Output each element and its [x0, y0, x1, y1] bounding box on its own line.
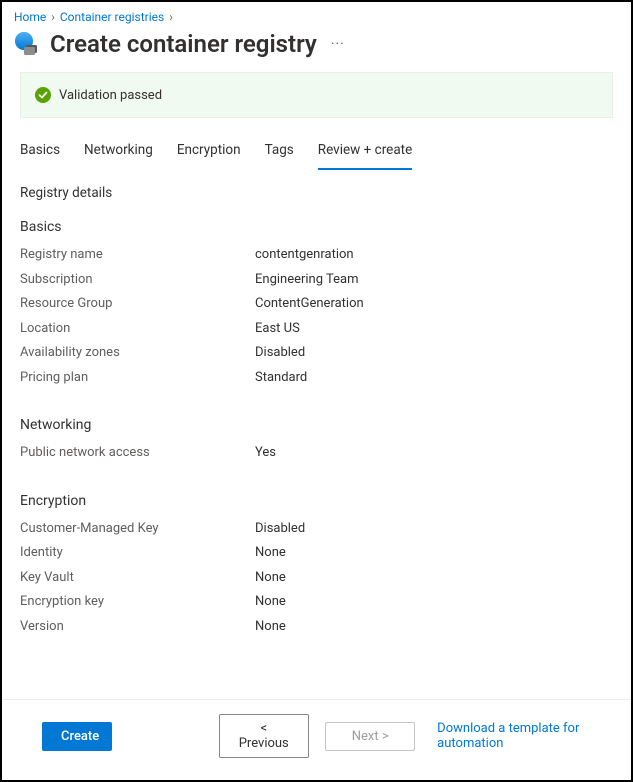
label: Registry name	[20, 245, 255, 265]
value: Disabled	[255, 519, 305, 539]
label: Resource Group	[20, 294, 255, 314]
breadcrumb-registries[interactable]: Container registries	[60, 10, 164, 24]
chevron-right-icon: ›	[169, 10, 173, 24]
value: Standard	[255, 368, 307, 388]
breadcrumb: Home › Container registries ›	[2, 2, 631, 26]
row-key-vault: Key Vault None	[20, 568, 613, 588]
previous-button[interactable]: < Previous	[219, 714, 309, 758]
row-identity: Identity None	[20, 543, 613, 563]
value: ContentGeneration	[255, 294, 364, 314]
label: Version	[20, 617, 255, 637]
download-template-link[interactable]: Download a template for automation	[437, 721, 611, 751]
value: Disabled	[255, 343, 305, 363]
label: Identity	[20, 543, 255, 563]
section-basics: Basics Registry name contentgenration Su…	[20, 219, 613, 387]
tab-tags[interactable]: Tags	[265, 134, 294, 170]
more-actions-button[interactable]: ···	[331, 36, 345, 52]
tab-review-create[interactable]: Review + create	[318, 134, 412, 170]
row-encryption-key: Encryption key None	[20, 592, 613, 612]
row-cmk: Customer-Managed Key Disabled	[20, 519, 613, 539]
section-title-basics: Basics	[20, 219, 613, 235]
section-networking: Networking Public network access Yes	[20, 417, 613, 463]
value: contentgenration	[255, 245, 354, 265]
tab-basics[interactable]: Basics	[20, 134, 60, 170]
row-resource-group: Resource Group ContentGeneration	[20, 294, 613, 314]
section-encryption: Encryption Customer-Managed Key Disabled…	[20, 493, 613, 637]
label: Encryption key	[20, 592, 255, 612]
tab-networking[interactable]: Networking	[84, 134, 153, 170]
label: Pricing plan	[20, 368, 255, 388]
label: Availability zones	[20, 343, 255, 363]
footer: Create < Previous Next > Download a temp…	[2, 699, 631, 780]
row-availability-zones: Availability zones Disabled	[20, 343, 613, 363]
next-button: Next >	[325, 722, 415, 751]
validation-message: Validation passed	[59, 88, 162, 103]
validation-banner: Validation passed	[20, 72, 613, 118]
row-subscription: Subscription Engineering Team	[20, 270, 613, 290]
section-title-encryption: Encryption	[20, 493, 613, 509]
section-title-networking: Networking	[20, 417, 613, 433]
tabs: Basics Networking Encryption Tags Review…	[2, 126, 631, 171]
tab-encryption[interactable]: Encryption	[177, 134, 241, 170]
value: None	[255, 568, 286, 588]
value: None	[255, 617, 286, 637]
container-registry-icon	[14, 31, 40, 57]
chevron-right-icon: ›	[51, 10, 55, 24]
label: Location	[20, 319, 255, 339]
value: None	[255, 543, 286, 563]
success-check-icon	[35, 87, 51, 103]
row-location: Location East US	[20, 319, 613, 339]
label: Customer-Managed Key	[20, 519, 255, 539]
value: East US	[255, 319, 300, 339]
label: Key Vault	[20, 568, 255, 588]
row-version: Version None	[20, 617, 613, 637]
value: Engineering Team	[255, 270, 359, 290]
label: Subscription	[20, 270, 255, 290]
label: Public network access	[20, 443, 255, 463]
create-button[interactable]: Create	[42, 722, 112, 751]
page-title: Create container registry	[50, 30, 317, 58]
row-public-access: Public network access Yes	[20, 443, 613, 463]
registry-details-heading: Registry details	[20, 185, 613, 201]
breadcrumb-home[interactable]: Home	[14, 10, 46, 24]
value: Yes	[255, 443, 276, 463]
value: None	[255, 592, 286, 612]
row-registry-name: Registry name contentgenration	[20, 245, 613, 265]
row-pricing-plan: Pricing plan Standard	[20, 368, 613, 388]
title-row: Create container registry ···	[2, 26, 631, 72]
